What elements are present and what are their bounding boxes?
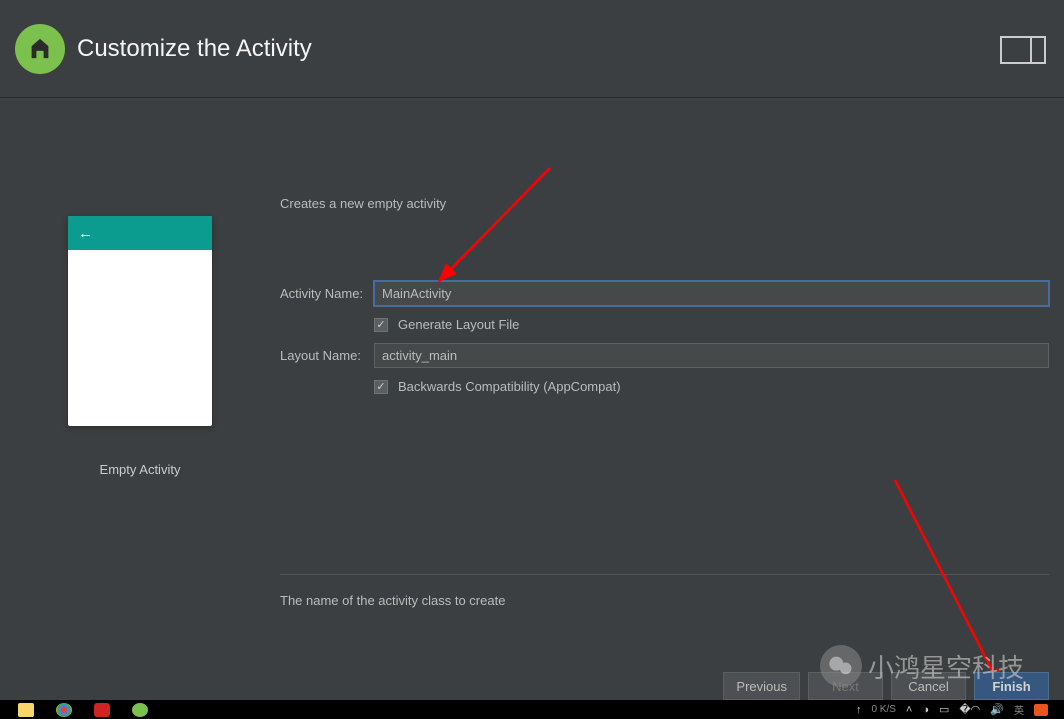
watermark: 小鸿星空科技: [820, 645, 1024, 687]
activity-name-input[interactable]: [374, 281, 1049, 306]
backwards-compat-checkbox[interactable]: ✓: [374, 380, 388, 394]
preview-template-label: Empty Activity: [100, 462, 181, 477]
layout-name-label: Layout Name:: [280, 348, 374, 363]
preview-appbar: ←: [68, 216, 212, 250]
tray-battery-icon[interactable]: ▭: [939, 703, 949, 716]
form-column: Creates a new empty activity Activity Na…: [280, 98, 1064, 608]
main-content: ← Empty Activity Creates a new empty act…: [0, 98, 1064, 608]
help-text: The name of the activity class to create: [280, 593, 1049, 608]
activity-preview-thumbnail: ←: [68, 216, 212, 426]
watermark-text: 小鸿星空科技: [868, 648, 1024, 685]
tray-wifi-icon[interactable]: �◠: [959, 703, 980, 716]
generate-layout-label: Generate Layout File: [398, 317, 519, 332]
tray-app-icon[interactable]: [1034, 704, 1048, 716]
backwards-compat-label: Backwards Compatibility (AppCompat): [398, 379, 621, 394]
taskbar-chrome-icon[interactable]: [56, 703, 72, 717]
generate-layout-checkbox[interactable]: ✓: [374, 318, 388, 332]
tray-headset-icon[interactable]: ◑: [922, 704, 929, 716]
taskbar-netease-icon[interactable]: [94, 703, 110, 717]
activity-name-row: Activity Name:: [280, 281, 1049, 306]
form-divider: [280, 574, 1049, 575]
tray-chevron-icon[interactable]: ˄: [906, 704, 912, 716]
previous-button[interactable]: Previous: [723, 672, 800, 700]
back-arrow-icon: ←: [78, 225, 93, 242]
form-description: Creates a new empty activity: [280, 196, 1049, 211]
layout-name-input[interactable]: [374, 343, 1049, 368]
dialog-header: Customize the Activity: [0, 0, 1064, 98]
generate-layout-checkbox-row[interactable]: ✓ Generate Layout File: [374, 317, 1049, 332]
activity-name-label: Activity Name:: [280, 286, 374, 301]
android-studio-logo-icon: [15, 24, 65, 74]
taskbar-file-explorer-icon[interactable]: [18, 703, 34, 717]
dialog-title: Customize the Activity: [77, 35, 312, 63]
wechat-icon: [820, 645, 862, 687]
tray-upload-icon: ↑: [856, 704, 862, 716]
windows-taskbar: ↑ 0 K/S ˄ ◑ ▭ �◠ 🔊 英: [0, 700, 1064, 719]
tray-volume-icon[interactable]: 🔊: [990, 703, 1004, 716]
device-preview-icon: [1000, 36, 1046, 64]
taskbar-android-studio-icon[interactable]: [132, 703, 148, 717]
tray-ime-indicator[interactable]: 英: [1014, 702, 1024, 717]
backwards-compat-checkbox-row[interactable]: ✓ Backwards Compatibility (AppCompat): [374, 379, 1049, 394]
taskbar-tray: ↑ 0 K/S ˄ ◑ ▭ �◠ 🔊 英: [856, 702, 1064, 717]
preview-column: ← Empty Activity: [0, 98, 280, 608]
layout-name-row: Layout Name:: [280, 343, 1049, 368]
taskbar-apps: [0, 703, 148, 717]
tray-net-speed: 0 K/S: [871, 704, 895, 715]
